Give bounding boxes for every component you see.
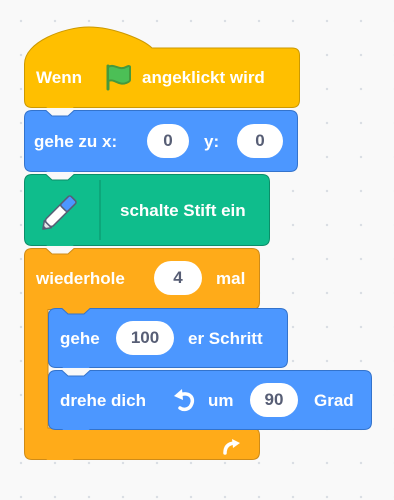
move-suffix: er Schritt [188,329,263,348]
hat-word-clicked: angeklickt wird [142,68,265,87]
x-input[interactable]: 0 [147,124,189,158]
repeat-label: wiederhole [36,269,125,288]
hat-shape [24,26,300,108]
repeat-arrow-icon [222,438,244,461]
degrees-input[interactable]: 90 [250,383,298,417]
turn-um: um [208,391,234,410]
turn-left-block[interactable]: drehe dich um 90 Grad [48,370,372,430]
move-steps-block[interactable]: gehe 100 er Schritt [48,308,288,368]
pen-down-label: schalte Stift ein [120,201,246,220]
move-label: gehe [60,329,100,348]
when-flag-clicked-block[interactable]: Wenn angeklickt wird [24,22,300,108]
go-to-xy-block[interactable]: gehe zu x: 0 y: 0 [24,110,298,172]
repeat-count-input[interactable]: 4 [154,261,202,295]
steps-input[interactable]: 100 [116,321,174,355]
goto-label: gehe zu x: [34,132,118,151]
pen-down-block[interactable]: schalte Stift ein [24,174,270,246]
pen-icon [34,188,90,237]
y-input[interactable]: 0 [237,124,283,158]
turn-suffix: Grad [314,391,354,410]
green-flag-icon [102,62,134,97]
turn-left-icon [172,387,198,418]
y-label: y: [204,132,220,151]
turn-label: drehe dich [60,391,146,410]
repeat-suffix: mal [216,269,246,288]
hat-word-when: Wenn [36,68,82,87]
